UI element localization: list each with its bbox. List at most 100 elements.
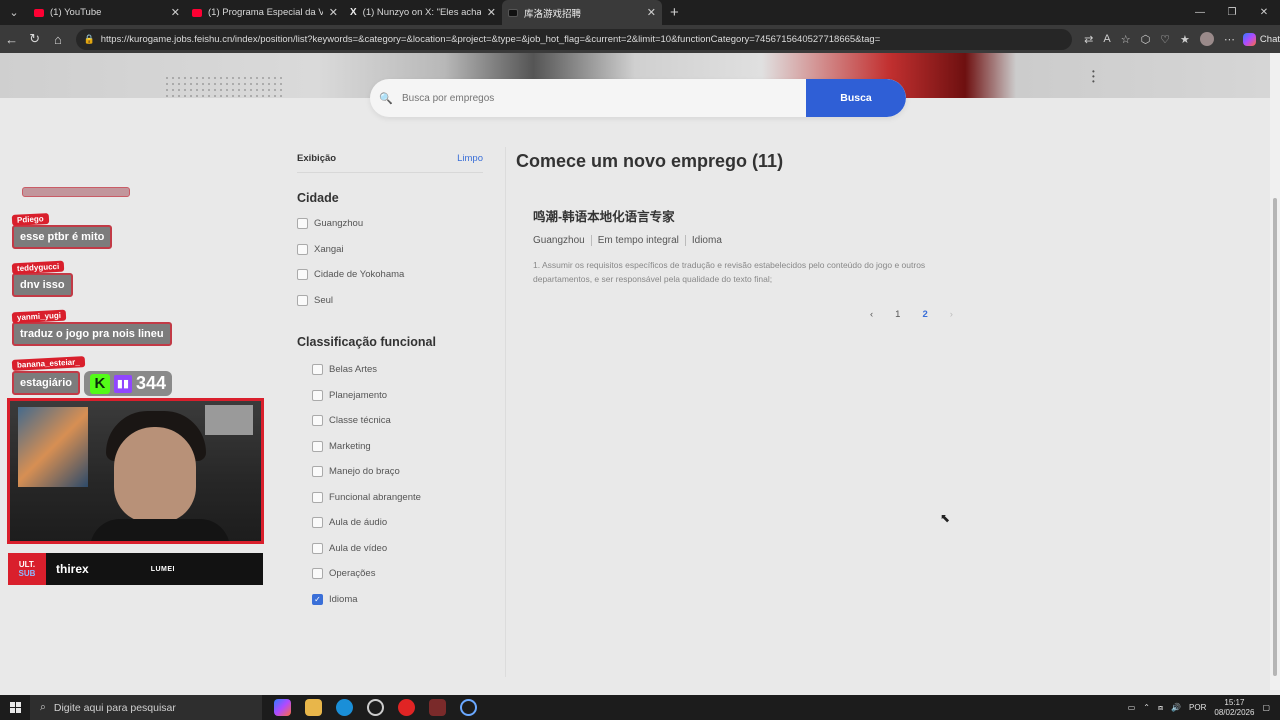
profile-avatar[interactable] <box>1199 32 1214 46</box>
function-option[interactable]: Marketing <box>312 434 505 460</box>
option-label: Marketing <box>329 440 371 452</box>
more-menu-icon[interactable]: ⋯ <box>1224 33 1235 46</box>
function-option[interactable]: Manejo do braço <box>312 459 505 485</box>
next-page-icon[interactable]: › <box>950 309 953 320</box>
option-label: Operações <box>329 568 376 580</box>
function-option-idioma[interactable]: ✓ Idioma <box>312 587 505 613</box>
file-explorer-icon[interactable] <box>305 699 322 716</box>
tray-app-icon[interactable]: ▭ <box>1128 703 1136 712</box>
volume-icon[interactable]: 🔊 <box>1171 703 1181 712</box>
city-option[interactable]: Xangai <box>297 237 505 263</box>
edge-browser-icon[interactable] <box>336 699 353 716</box>
page-1-link[interactable]: 1 <box>895 309 900 320</box>
checkbox[interactable] <box>297 218 308 230</box>
page-scrollbar[interactable] <box>1270 53 1280 690</box>
close-window-icon[interactable]: ✕ <box>1248 0 1280 25</box>
tab-programa-especial[interactable]: (1) Programa Especial da Versão 4. ✕ <box>186 0 344 25</box>
checkbox[interactable] <box>312 466 323 478</box>
browser-essentials-icon[interactable]: ♡ <box>1160 33 1170 46</box>
browser-tab-bar: ⌄ (1) YouTube ✕ (1) Programa Especial da… <box>0 0 1280 25</box>
read-aloud-icon[interactable]: A <box>1103 33 1110 45</box>
checkbox[interactable] <box>312 517 323 529</box>
job-title[interactable]: 鸣潮-韩语本地化语言专家 <box>533 206 983 225</box>
function-option[interactable]: Classe técnica <box>312 408 505 434</box>
taskbar-search[interactable]: ⌕ Digite aqui para pesquisar <box>30 695 262 720</box>
option-label: Xangai <box>314 243 344 255</box>
city-option[interactable]: Seul <box>297 288 505 314</box>
start-button[interactable] <box>0 702 30 713</box>
chat-text: esse ptbr é mito <box>12 225 113 249</box>
notifications-icon[interactable]: ▢ <box>1262 703 1270 712</box>
function-option[interactable]: Aula de áudio <box>312 510 505 536</box>
close-icon[interactable]: ✕ <box>329 6 338 19</box>
function-option[interactable]: Funcional abrangente <box>312 485 505 511</box>
clear-filters-link[interactable]: Limpo <box>457 153 483 164</box>
checkbox[interactable] <box>312 491 323 503</box>
close-icon[interactable]: ✕ <box>647 6 656 19</box>
media-app-icon[interactable] <box>398 699 415 716</box>
function-filter-list: Belas Artes Planejamento Classe técnica … <box>297 357 505 612</box>
checkbox[interactable] <box>297 243 308 255</box>
sync-app-icon[interactable] <box>460 699 477 716</box>
restore-icon[interactable]: ❐ <box>1216 0 1248 25</box>
close-icon[interactable]: ✕ <box>171 6 180 19</box>
checkbox-checked[interactable]: ✓ <box>312 593 323 605</box>
language-indicator[interactable]: POR <box>1189 703 1206 712</box>
function-option[interactable]: Aula de vídeo <box>312 536 505 562</box>
function-option[interactable]: Planejamento <box>312 383 505 409</box>
city-option[interactable]: Cidade de Yokohama <box>297 262 505 288</box>
clock-date: 08/02/2026 <box>1214 707 1255 717</box>
ult-sub-logo: ULT. SUB <box>8 553 46 585</box>
url-bar[interactable]: 🔒 https://kurogame.jobs.feishu.cn/index/… <box>75 28 1073 50</box>
function-option[interactable]: Belas Artes <box>312 357 505 383</box>
prev-page-icon[interactable]: ‹ <box>870 309 873 320</box>
streamer-name: thirex <box>56 562 89 576</box>
city-option[interactable]: Guangzhou <box>297 211 505 237</box>
filter-header: Exibição Limpo <box>297 153 483 173</box>
tab-youtube[interactable]: (1) YouTube ✕ <box>28 0 186 25</box>
favorites-icon[interactable]: ★ <box>1180 33 1190 46</box>
copilot-chat-button[interactable]: Chat <box>1242 32 1280 46</box>
checkbox[interactable] <box>297 269 308 281</box>
copilot-app-icon[interactable] <box>274 699 291 716</box>
banner-dot-pattern <box>164 75 284 97</box>
network-icon[interactable]: ⧈ <box>1158 703 1163 713</box>
minimize-icon[interactable]: — <box>1184 0 1216 25</box>
home-icon[interactable]: ⌂ <box>46 25 69 53</box>
tab-kurogame-jobs[interactable]: 库洛游戏招聘 ✕ <box>502 0 662 25</box>
taskbar-search-placeholder: Digite aqui para pesquisar <box>53 701 176 714</box>
checkbox[interactable] <box>312 568 323 580</box>
chat-username: banana_esteiar_ <box>11 356 85 371</box>
checkbox[interactable] <box>312 440 323 452</box>
checkbox[interactable] <box>297 294 308 306</box>
function-option[interactable]: Operações <box>312 561 505 587</box>
job-card[interactable]: 鸣潮-韩语本地化语言专家 Guangzhou Em tempo integral… <box>533 206 983 286</box>
option-label: Aula de vídeo <box>329 542 388 554</box>
checkbox[interactable] <box>312 364 323 376</box>
close-icon[interactable]: ✕ <box>487 6 496 19</box>
tab-title: 库洛游戏招聘 <box>524 8 582 20</box>
checkbox[interactable] <box>312 415 323 427</box>
checkbox[interactable] <box>312 542 323 554</box>
reload-icon[interactable]: ↻ <box>23 25 46 53</box>
page-2-current[interactable]: 2 <box>922 309 927 320</box>
new-tab-icon[interactable]: + <box>670 4 679 21</box>
translate-icon[interactable]: ⇄ <box>1084 33 1093 46</box>
tab-list-dropdown-icon[interactable]: ⌄ <box>0 0 28 25</box>
tab-title: (1) Nunzyo on X: "Eles acharam <box>362 7 481 18</box>
browser-toolbar-icons: ⇄ A ☆ ⬡ ♡ ★ ⋯ <box>1084 32 1235 46</box>
kick-icon: K <box>89 373 110 394</box>
obs-icon[interactable] <box>367 699 384 716</box>
favorite-star-icon[interactable]: ☆ <box>1121 33 1131 46</box>
checkbox[interactable] <box>312 389 323 401</box>
back-icon[interactable]: ← <box>0 25 23 53</box>
job-search-input[interactable] <box>402 92 806 104</box>
streamer-shirt <box>90 519 230 541</box>
extensions-icon[interactable]: ⬡ <box>1141 33 1151 46</box>
tab-x-post[interactable]: X (1) Nunzyo on X: "Eles acharam ✕ <box>344 0 502 25</box>
scrollbar-thumb[interactable] <box>1273 198 1277 676</box>
search-button[interactable]: Busca <box>806 79 906 117</box>
chevron-up-icon[interactable]: ⌃ <box>1143 703 1150 712</box>
game-app-icon[interactable] <box>429 699 446 716</box>
clock[interactable]: 15:17 08/02/2026 <box>1214 698 1254 718</box>
